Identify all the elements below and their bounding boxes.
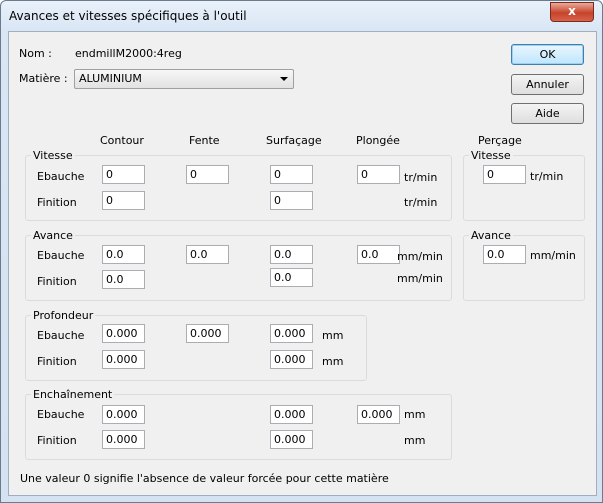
col-fente: Fente [189, 134, 220, 147]
ok-button[interactable]: OK [511, 44, 584, 65]
title-bar: Avances et vitesses spécifiques à l'outi… [1, 1, 602, 31]
col-contour: Contour [100, 134, 144, 147]
vitesse-finition-unit: tr/min [404, 196, 438, 209]
avance-finition-label: Finition [37, 275, 77, 288]
percage-avance-unit: mm/min [530, 249, 576, 262]
vitesse-ebauche-fente-input[interactable]: 0 [186, 165, 229, 184]
col-plongee: Plongée [356, 134, 400, 147]
vitesse-group-title: Vitesse [31, 149, 75, 162]
vitesse-finition-contour-input[interactable]: 0 [102, 191, 145, 210]
annuler-button[interactable]: Annuler [511, 74, 584, 95]
profondeur-ebauche-unit: mm [322, 329, 344, 342]
chevron-down-icon [280, 77, 288, 81]
percage-vitesse-input[interactable]: 0 [483, 165, 526, 184]
dialog-window: Avances et vitesses spécifiques à l'outi… [0, 0, 603, 503]
vitesse-ebauche-plongee-input[interactable]: 0 [357, 165, 400, 184]
col-percage: Perçage [478, 134, 522, 147]
vitesse-finition-label: Finition [37, 196, 77, 209]
enchainement-ebauche-label: Ebauche [37, 408, 85, 421]
enchainement-finition-unit: mm [404, 434, 426, 447]
avance-ebauche-contour-input[interactable]: 0.0 [102, 245, 145, 264]
avance-ebauche-label: Ebauche [37, 249, 85, 262]
vitesse-ebauche-unit: tr/min [404, 171, 438, 184]
enchainement-finition-surfacage-input[interactable]: 0.000 [270, 430, 313, 449]
close-button[interactable]: x [550, 2, 594, 22]
percage-vitesse-title: Vitesse [469, 149, 513, 162]
profondeur-ebauche-contour-input[interactable]: 0.000 [102, 324, 145, 343]
avance-finition-contour-input[interactable]: 0.0 [102, 270, 145, 289]
nom-value: endmillM2000:4reg [75, 47, 182, 60]
profondeur-finition-contour-input[interactable]: 0.000 [102, 350, 145, 369]
profondeur-finition-label: Finition [37, 355, 77, 368]
enchainement-finition-contour-input[interactable]: 0.000 [102, 430, 145, 449]
profondeur-finition-unit: mm [322, 355, 344, 368]
enchainement-ebauche-contour-input[interactable]: 0.000 [102, 405, 145, 424]
vitesse-finition-surfacage-input[interactable]: 0 [270, 191, 313, 210]
dialog-body: Nom : endmillM2000:4reg Matière : ALUMIN… [8, 31, 597, 496]
avance-ebauche-surfacage-input[interactable]: 0.0 [270, 245, 313, 264]
vitesse-ebauche-contour-input[interactable]: 0 [102, 165, 145, 184]
avance-ebauche-plongee-input[interactable]: 0.0 [357, 245, 400, 264]
profondeur-ebauche-surfacage-input[interactable]: 0.000 [270, 324, 313, 343]
vitesse-ebauche-label: Ebauche [37, 170, 85, 183]
footer-note: Une valeur 0 signifie l'absence de valeu… [20, 472, 389, 485]
percage-avance-input[interactable]: 0.0 [483, 245, 526, 264]
profondeur-finition-surfacage-input[interactable]: 0.000 [270, 350, 313, 369]
enchainement-group: Enchaînement [25, 388, 452, 460]
enchainement-ebauche-surfacage-input[interactable]: 0.000 [270, 405, 313, 424]
avance-group-title: Avance [31, 229, 75, 242]
enchainement-ebauche-unit: mm [404, 408, 426, 421]
matiere-value: ALUMINIUM [79, 72, 142, 85]
matiere-select[interactable]: ALUMINIUM [74, 69, 294, 89]
enchainement-group-title: Enchaînement [31, 388, 115, 401]
avance-ebauche-fente-input[interactable]: 0.0 [186, 245, 229, 264]
nom-label: Nom : [19, 47, 52, 60]
profondeur-ebauche-label: Ebauche [37, 329, 85, 342]
vitesse-ebauche-surfacage-input[interactable]: 0 [270, 165, 313, 184]
enchainement-finition-label: Finition [37, 434, 77, 447]
percage-avance-title: Avance [469, 229, 513, 242]
profondeur-group-title: Profondeur [31, 309, 96, 322]
matiere-label: Matière : [19, 72, 68, 85]
col-surfacage: Surfaçage [266, 134, 322, 147]
percage-vitesse-unit: tr/min [530, 170, 564, 183]
enchainement-ebauche-plongee-input[interactable]: 0.000 [357, 405, 400, 424]
window-title: Avances et vitesses spécifiques à l'outi… [9, 9, 247, 23]
avance-finition-surfacage-input[interactable]: 0.0 [270, 268, 313, 287]
avance-finition-unit: mm/min [397, 272, 443, 285]
aide-button[interactable]: Aide [511, 103, 584, 124]
profondeur-ebauche-fente-input[interactable]: 0.000 [186, 324, 229, 343]
avance-ebauche-unit: mm/min [397, 250, 443, 263]
